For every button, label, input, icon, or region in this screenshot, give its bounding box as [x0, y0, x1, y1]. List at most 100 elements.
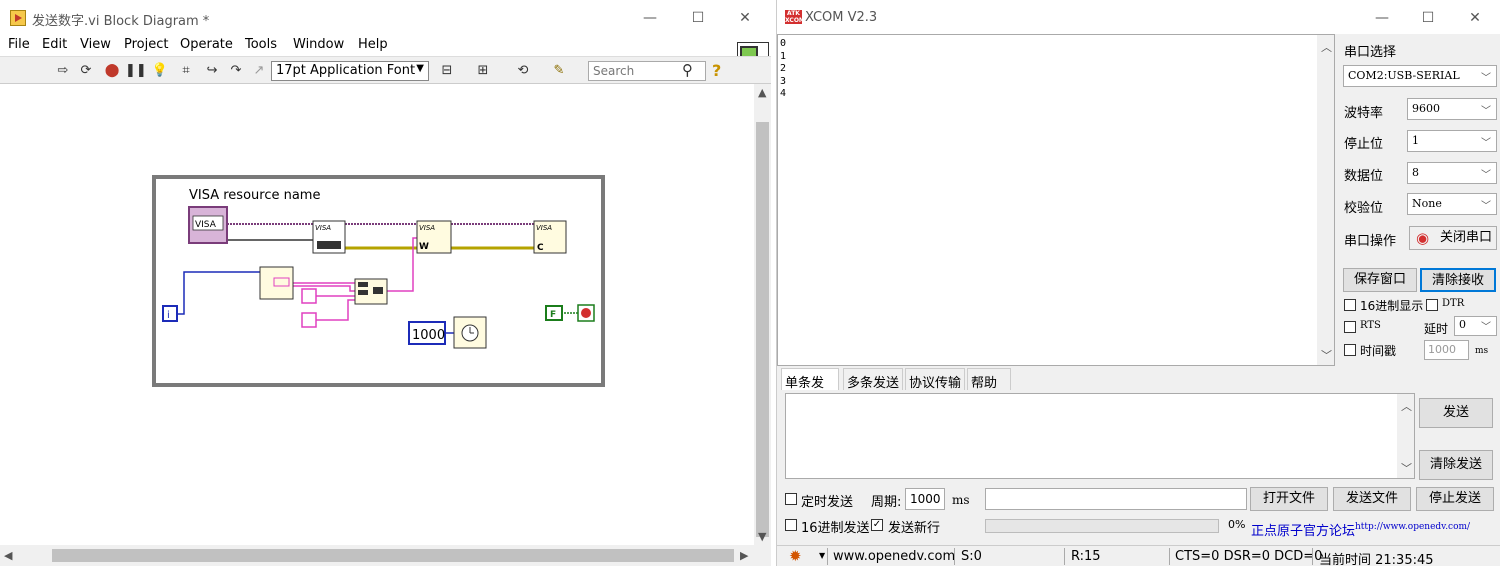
hex-send-checkbox[interactable]	[785, 519, 797, 531]
scroll-down-icon[interactable]: ▼	[758, 530, 766, 543]
menu-file[interactable]: File	[8, 37, 30, 52]
scrollbar-thumb[interactable]	[756, 122, 769, 537]
iteration-terminal[interactable]: i	[162, 305, 178, 322]
wait-node[interactable]	[453, 316, 487, 349]
baud-select[interactable]: 9600 ﹀	[1407, 98, 1497, 120]
send-scrollbar[interactable]: ︿ ﹀	[1397, 394, 1414, 478]
stop-bits-select[interactable]: 1 ﹀	[1407, 130, 1497, 152]
abort-icon[interactable]: ⬤	[103, 62, 121, 80]
timestamp-input[interactable]: 1000	[1424, 340, 1469, 360]
timestamp-checkbox[interactable]	[1344, 344, 1356, 356]
clear-send-button[interactable]: 清除发送	[1419, 450, 1493, 480]
clear-receive-button[interactable]: 清除接收	[1420, 268, 1496, 292]
stop-terminal[interactable]	[577, 304, 595, 322]
visa-write-node[interactable]: VISA W	[416, 220, 452, 254]
send-input-area[interactable]: ︿ ﹀	[785, 393, 1415, 479]
cleanup-diagram-icon[interactable]: ✎	[550, 62, 568, 80]
menu-window[interactable]: Window	[293, 37, 344, 52]
step-out-icon[interactable]: ↗	[250, 62, 268, 80]
timed-send-checkbox[interactable]	[785, 493, 797, 505]
data-bits-select[interactable]: 8 ﹀	[1407, 162, 1497, 184]
menu-help[interactable]: Help	[358, 37, 388, 52]
labview-toolbar: ⇨ ⟳ ⬤ ❚❚ 💡 ⌗ ↪ ↷ ↗ 17pt Application Font…	[0, 56, 771, 84]
close-button[interactable]: ✕	[735, 8, 755, 28]
run-arrow-icon[interactable]: ⇨	[54, 62, 72, 80]
align-objects-icon[interactable]: ⊟	[438, 62, 456, 80]
parity-select[interactable]: None ﹀	[1407, 193, 1497, 215]
port-select[interactable]: COM2:USB-SERIAL ﹀	[1343, 65, 1497, 87]
block-diagram-canvas[interactable]: VISA VISA VISA W VISA C i 1000 F VISA re…	[0, 84, 754, 545]
menu-view[interactable]: View	[80, 37, 111, 52]
send-newline-checkbox[interactable]: ✓	[871, 519, 883, 531]
reorder-icon[interactable]: ⟲	[514, 62, 532, 80]
search-icon[interactable]: ⚲	[682, 61, 693, 79]
stop-send-button[interactable]: 停止发送	[1416, 487, 1494, 511]
retain-wire-values-icon[interactable]: ⌗	[177, 62, 195, 80]
send-button[interactable]: 发送	[1419, 398, 1493, 428]
menu-tools[interactable]: Tools	[245, 37, 277, 52]
minimize-button[interactable]: —	[1372, 8, 1392, 28]
step-into-icon[interactable]: ↪	[203, 62, 221, 80]
wait-ms-constant[interactable]: 1000	[408, 321, 446, 345]
save-window-button[interactable]: 保存窗口	[1343, 268, 1417, 292]
file-path-input[interactable]	[985, 488, 1247, 510]
forum-link-label[interactable]: 正点原子官方论坛	[1251, 520, 1355, 539]
chevron-down-icon: ﹀	[1481, 201, 1491, 212]
menu-operate[interactable]: Operate	[180, 37, 233, 52]
status-line-signals[interactable]: CTS=0 DSR=0 DCD=0	[1175, 549, 1322, 564]
delay-select[interactable]: 0 ﹀	[1454, 316, 1497, 336]
rts-checkbox[interactable]	[1344, 321, 1356, 333]
close-button[interactable]: ✕	[1465, 8, 1485, 28]
forum-url-link[interactable]: http://www.openedv.com/	[1355, 522, 1470, 532]
maximize-button[interactable]: ☐	[1418, 8, 1438, 28]
receive-area[interactable]: 0 1 2 3 4 ︿ ﹀	[777, 34, 1335, 366]
dtr-checkbox[interactable]	[1426, 299, 1438, 311]
string-constant[interactable]	[301, 312, 317, 328]
open-file-button[interactable]: 打开文件	[1250, 487, 1328, 511]
visa-configure-serial-node[interactable]: VISA	[312, 220, 346, 254]
horizontal-scrollbar[interactable]: ◀ ▶	[0, 545, 771, 566]
scrollbar-thumb[interactable]	[52, 549, 734, 562]
step-over-icon[interactable]: ↷	[227, 62, 245, 80]
menu-edit[interactable]: Edit	[42, 37, 67, 52]
tab-multi-send[interactable]: 多条发送	[843, 368, 903, 391]
scroll-up-icon[interactable]: ︿	[1321, 39, 1332, 55]
number-to-string-node[interactable]	[259, 266, 294, 300]
tab-protocol[interactable]: 协议传输	[905, 368, 965, 391]
scroll-up-icon[interactable]: ▲	[758, 86, 766, 99]
menu-project[interactable]: Project	[124, 37, 168, 52]
pause-icon[interactable]: ❚❚	[125, 62, 147, 80]
string-constant[interactable]	[301, 288, 317, 304]
chevron-down-icon[interactable]: ▼	[819, 551, 825, 560]
minimize-button[interactable]: —	[640, 8, 660, 28]
scroll-down-icon[interactable]: ﹀	[1321, 347, 1332, 363]
status-site-link[interactable]: www.openedv.com	[833, 549, 955, 564]
vertical-scrollbar[interactable]: ▲ ▼	[754, 84, 771, 545]
highlight-execution-icon[interactable]: 💡	[151, 62, 169, 80]
run-continuous-icon[interactable]: ⟳	[77, 62, 95, 80]
scroll-right-icon[interactable]: ▶	[740, 549, 748, 562]
timed-send-label: 定时发送	[801, 495, 854, 510]
receive-scrollbar[interactable]: ︿ ﹀	[1317, 35, 1334, 365]
progress-bar	[985, 519, 1219, 533]
tab-single-send[interactable]: 单条发送	[781, 368, 839, 410]
visa-close-node[interactable]: VISA C	[533, 220, 567, 254]
maximize-button[interactable]: ☐	[688, 8, 708, 28]
gear-icon[interactable]: ✹	[789, 547, 802, 565]
visa-resource-control[interactable]: VISA	[188, 206, 228, 244]
send-file-button[interactable]: 发送文件	[1333, 487, 1411, 511]
period-input[interactable]: 1000	[905, 488, 945, 510]
font-select[interactable]: 17pt Application Font ▼	[271, 61, 429, 81]
distribute-objects-icon[interactable]: ⊞	[474, 62, 492, 80]
labview-title-bar: 发送数字.vi Block Diagram * — ☐ ✕	[0, 0, 771, 34]
close-port-button[interactable]: ◉ 关闭串口	[1409, 226, 1497, 250]
false-constant[interactable]: F	[545, 305, 563, 321]
status-divider	[954, 548, 955, 565]
concatenate-strings-node[interactable]	[354, 278, 388, 305]
hex-display-checkbox[interactable]	[1344, 299, 1356, 311]
tab-help[interactable]: 帮助	[967, 368, 1011, 391]
scroll-down-icon[interactable]: ﹀	[1401, 460, 1412, 476]
scroll-left-icon[interactable]: ◀	[4, 549, 12, 562]
context-help-icon[interactable]: ?	[712, 61, 721, 80]
scroll-up-icon[interactable]: ︿	[1401, 398, 1412, 414]
